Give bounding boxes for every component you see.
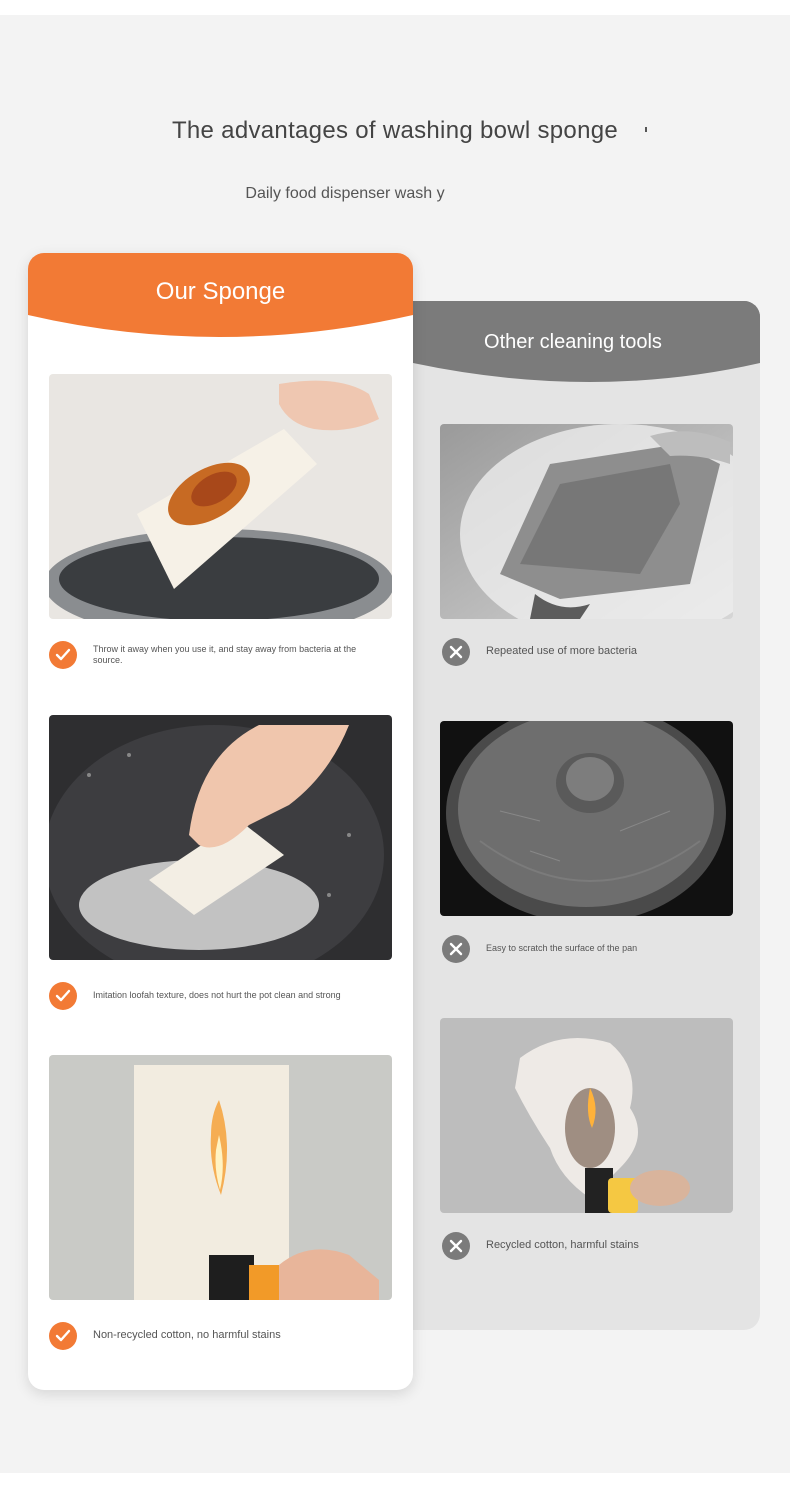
- our-sponge-title: Our Sponge: [155, 278, 286, 305]
- feature-text: Easy to scratch the surface of the pan: [486, 943, 638, 954]
- x-icon: [442, 935, 470, 963]
- feature-item: Repeated use of more bacteria: [442, 638, 637, 666]
- our-sponge-card: Our Sponge Throw it away when you use it…: [28, 253, 413, 1390]
- x-icon: [442, 638, 470, 666]
- feature-item: Imitation loofah texture, does not hurt …: [49, 982, 379, 1010]
- x-icon: [442, 1232, 470, 1260]
- dirty-rag-photo: [440, 424, 733, 619]
- decorative-mark: [645, 127, 647, 132]
- feature-text: Repeated use of more bacteria: [486, 645, 638, 658]
- feature-text: Non-recycled cotton, no harmful stains: [93, 1329, 281, 1342]
- sponge-over-bin-photo: [49, 374, 392, 619]
- feature-text: Imitation loofah texture, does not hurt …: [93, 990, 341, 1001]
- feature-item: Recycled cotton, harmful stains: [442, 1232, 639, 1260]
- scratched-pan-photo: [440, 721, 733, 916]
- check-icon: [49, 641, 77, 669]
- check-icon: [49, 982, 77, 1010]
- check-icon: [49, 1322, 77, 1350]
- sponge-scrubbing-pan-photo: [49, 715, 392, 960]
- other-tools-card: Other cleaning tools Repeated use of mor…: [413, 301, 760, 1330]
- feature-item: Throw it away when you use it, and stay …: [49, 641, 379, 669]
- feature-text: Recycled cotton, harmful stains: [486, 1239, 639, 1252]
- page-subtitle: Daily food dispenser wash y: [245, 185, 445, 202]
- page-title: The advantages of washing bowl sponge: [171, 117, 619, 144]
- other-tools-title: Other cleaning tools: [484, 331, 662, 353]
- burning-sponge-photo: [440, 1018, 733, 1213]
- fire-test-photo: [49, 1055, 392, 1300]
- other-tools-header: Other cleaning tools: [413, 301, 760, 385]
- feature-text: Throw it away when you use it, and stay …: [93, 643, 357, 665]
- our-sponge-header: Our Sponge: [28, 253, 413, 337]
- feature-item: Non-recycled cotton, no harmful stains: [49, 1322, 379, 1350]
- feature-item: Easy to scratch the surface of the pan: [442, 935, 637, 963]
